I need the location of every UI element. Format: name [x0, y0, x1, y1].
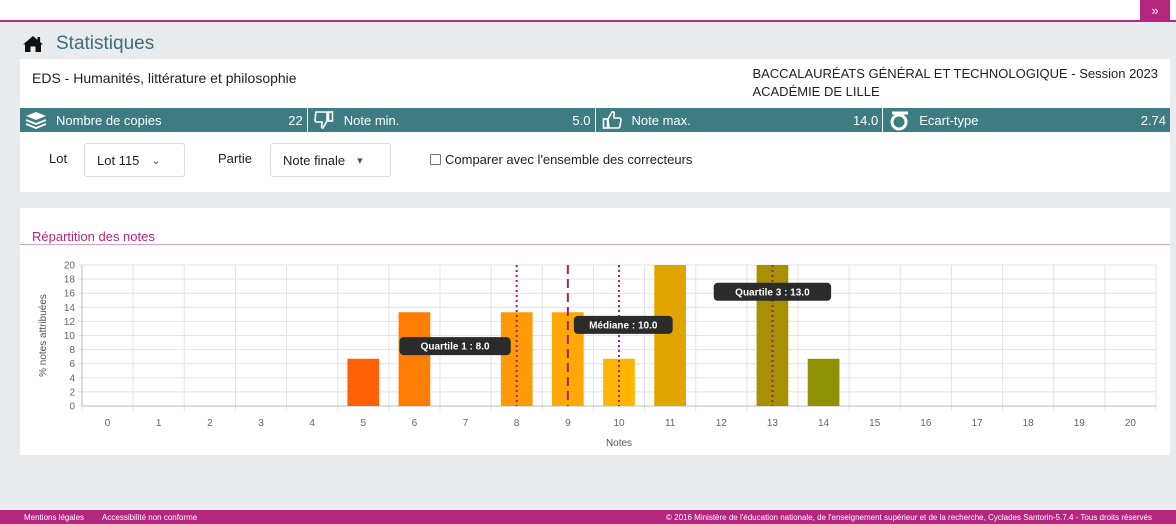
y-tick-label: 2 [69, 387, 75, 398]
y-tick-label: 16 [64, 289, 76, 300]
x-tick-label: 5 [361, 418, 367, 429]
layers-icon [24, 109, 48, 131]
x-tick-label: 18 [1023, 418, 1035, 429]
x-tick-label: 13 [767, 418, 779, 429]
y-tick-label: 12 [64, 317, 76, 328]
stat-label: Nombre de copies [56, 112, 162, 128]
y-tick-label: 4 [69, 373, 75, 384]
y-tick-label: 8 [69, 345, 75, 356]
stat-label: Ecart-type [919, 112, 979, 128]
copyright: © 2016 Ministère de l'éducation national… [666, 512, 1152, 522]
x-tick-label: 7 [463, 418, 469, 429]
annotation-label: Quartile 1 : 8.0 [399, 337, 511, 356]
exam-session: BACCALAURÉATS GÉNÉRAL ET TECHNOLOGIQUE -… [752, 66, 1158, 81]
x-tick-label: 19 [1074, 418, 1086, 429]
x-tick-label: 16 [920, 418, 932, 429]
x-tick-label: 4 [309, 418, 315, 429]
annotation-label-text: Médiane : 10.0 [589, 320, 658, 331]
bar [347, 358, 380, 406]
stat-label: Note min. [343, 112, 400, 128]
partie-label: Partie [218, 151, 252, 166]
y-tick-label: 18 [64, 275, 76, 286]
annotation-label: Quartile 3 : 13.0 [713, 282, 832, 301]
lot-select[interactable]: Lot 115 ⌄ [84, 143, 185, 177]
partie-select[interactable]: Note finale ▾ [270, 143, 391, 177]
chevron-double-down-icon[interactable]: » [1140, 0, 1170, 20]
home-icon[interactable] [22, 35, 44, 53]
y-tick-label: 6 [69, 359, 75, 370]
filters-row: Lot Lot 115 ⌄ Partie Note finale ▾ Compa… [20, 141, 1170, 181]
y-tick-label: 10 [64, 331, 76, 342]
annotation-label-text: Quartile 1 : 8.0 [421, 342, 490, 353]
sigma-icon [887, 109, 911, 131]
top-bar: » [0, 0, 1176, 22]
chart-panel: Répartition des notes 0 2 4 6 8 10 12 14 16 18 20 0… [20, 208, 1170, 455]
stats-bar: Nombre de copies 22 Note min. 5.0 Note m… [20, 108, 1170, 132]
x-axis-label: Notes [606, 438, 632, 449]
x-tick-label: 9 [565, 418, 571, 429]
x-tick-label: 17 [971, 418, 983, 429]
y-axis-label: % notes attribuées [38, 294, 49, 377]
bar [807, 358, 840, 406]
x-tick-label: 2 [207, 418, 213, 429]
stat-value: 5.0 [572, 112, 591, 128]
exam-academy: ACADÉMIE DE LILLE [752, 84, 880, 99]
lot-label: Lot [49, 151, 68, 166]
bar [654, 265, 686, 406]
y-tick-label: 20 [64, 261, 76, 272]
exam-info-panel: EDS - Humanités, littérature et philosop… [20, 59, 1170, 192]
lot-select-value: Lot 115 [97, 152, 140, 168]
stat-label: Note max. [631, 112, 691, 128]
x-tick-label: 14 [818, 418, 830, 429]
stat-value: 14.0 [852, 112, 879, 128]
y-tick-label: 0 [69, 402, 75, 413]
stat-copies: Nombre de copies 22 [20, 108, 308, 132]
partie-select-value: Note finale [283, 152, 346, 168]
x-tick-label: 3 [258, 418, 264, 429]
x-tick-label: 6 [412, 418, 418, 429]
histogram-chart: 024681012141618200 1 2 3 4 5 6 7 8 9 10 11 12 13 14 15 1… [38, 261, 1157, 449]
footer: Mentions légales Accessibilité non confo… [0, 510, 1176, 524]
annotation-label: Médiane : 10.0 [573, 315, 673, 334]
compare-checkbox[interactable] [430, 154, 441, 165]
stat-value: 22 [288, 112, 303, 128]
page-header: Statistiques [22, 30, 154, 58]
x-tick-label: 8 [514, 418, 520, 429]
thumbs-down-icon [312, 109, 336, 131]
stat-stddev: Ecart-type 2.74 [883, 108, 1170, 132]
x-tick-label: 1 [156, 418, 162, 429]
legal-link[interactable]: Mentions légales [24, 513, 84, 522]
annotation-label-text: Quartile 3 : 13.0 [735, 287, 810, 298]
x-tick-label: 0 [105, 418, 111, 429]
x-tick-label: 15 [869, 418, 881, 429]
page-title: Statistiques [56, 33, 155, 54]
chevron-down-icon: ⌄ [151, 154, 161, 167]
x-tick-label: 11 [665, 418, 676, 429]
accessibility-link[interactable]: Accessibilité non conforme [102, 513, 197, 522]
y-tick-label: 14 [64, 303, 76, 314]
x-tick-label: 10 [613, 418, 625, 429]
x-tick-label: 12 [716, 418, 728, 429]
exam-name: EDS - Humanités, littérature et philosop… [32, 70, 297, 86]
caret-down-icon: ▾ [357, 154, 363, 167]
stat-value: 2.74 [1140, 112, 1166, 128]
compare-checkbox-label[interactable]: Comparer avec l'ensemble des correcteurs [430, 152, 692, 167]
thumbs-up-icon [600, 109, 624, 131]
bar [398, 312, 431, 406]
stat-max: Note max. 14.0 [596, 108, 884, 132]
stat-min: Note min. 5.0 [308, 108, 596, 132]
x-tick-label: 20 [1125, 418, 1137, 429]
exam-meta: BACCALAURÉATS GÉNÉRAL ET TECHNOLOGIQUE -… [752, 65, 1158, 101]
compare-label-text: Comparer avec l'ensemble des correcteurs [445, 152, 693, 167]
